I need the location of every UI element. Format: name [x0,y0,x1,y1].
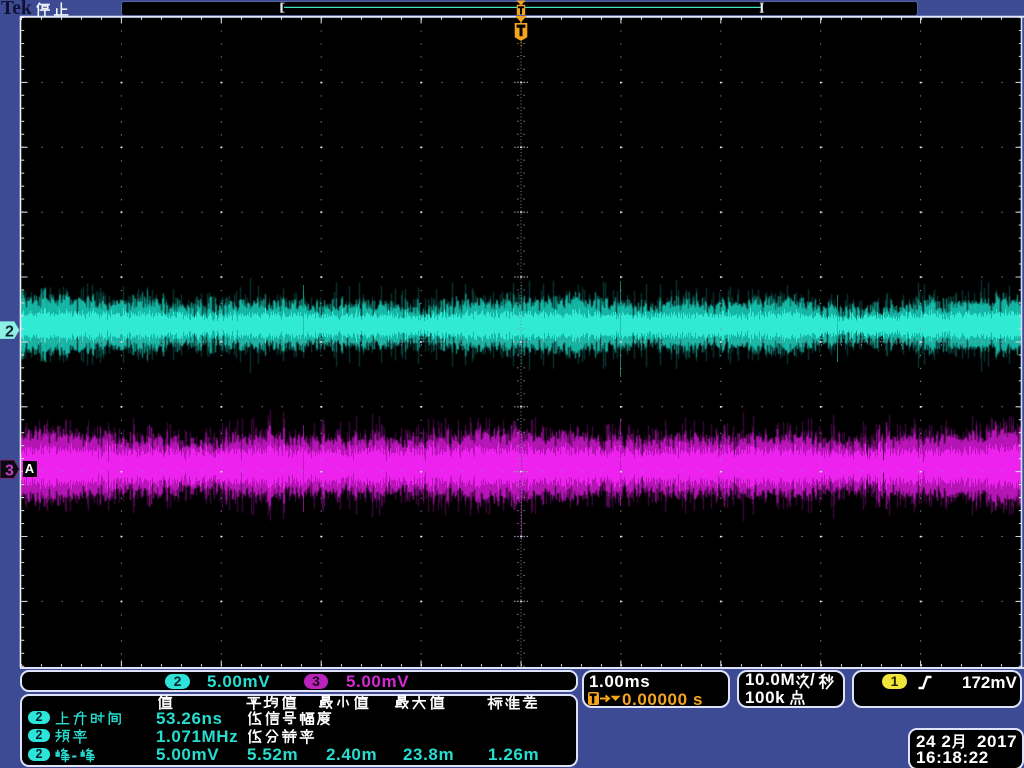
svg-text:2: 2 [5,324,14,341]
svg-text:3: 3 [5,463,14,480]
